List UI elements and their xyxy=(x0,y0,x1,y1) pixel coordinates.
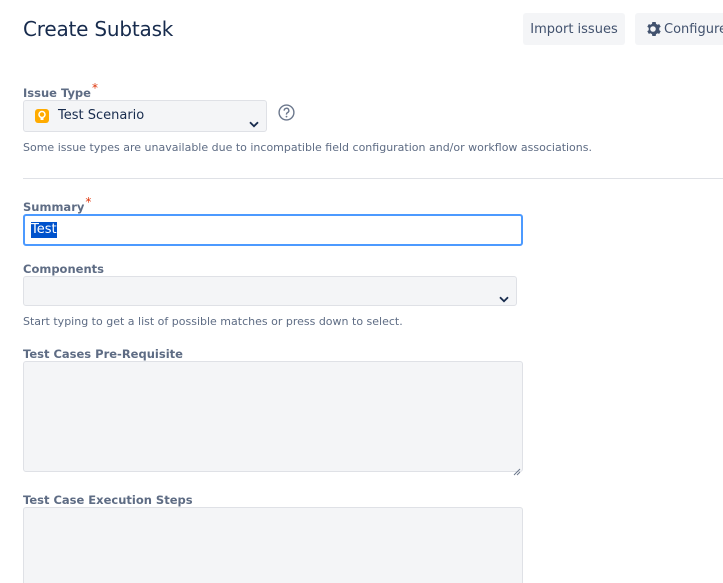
configure-button[interactable]: Configure xyxy=(635,13,723,45)
create-subtask-dialog: Create Subtask Import issues Configure I… xyxy=(0,0,723,583)
chevron-down-icon xyxy=(499,288,509,303)
summary-value: Test xyxy=(31,222,57,238)
summary-input[interactable]: Test xyxy=(23,214,523,246)
execution-steps-label: Test Case Execution Steps xyxy=(23,493,193,507)
prerequisite-textarea[interactable] xyxy=(23,361,523,476)
issue-type-hint: Some issue types are unavailable due to … xyxy=(23,141,592,154)
components-hint: Start typing to get a list of possible m… xyxy=(23,315,403,328)
issue-type-label: Issue Type* xyxy=(23,81,98,100)
lightbulb-icon xyxy=(35,109,49,123)
chevron-down-icon xyxy=(249,113,259,128)
import-issues-button[interactable]: Import issues xyxy=(523,13,625,45)
summary-label: Summary* xyxy=(23,195,91,214)
required-marker: * xyxy=(85,195,92,209)
help-icon[interactable] xyxy=(278,104,295,121)
page-title: Create Subtask xyxy=(23,17,174,41)
import-issues-label: Import issues xyxy=(530,21,618,37)
components-select[interactable] xyxy=(23,276,517,306)
components-label: Components xyxy=(23,262,104,276)
prerequisite-label: Test Cases Pre-Requisite xyxy=(23,347,183,361)
required-marker: * xyxy=(91,81,98,95)
issue-type-label-text: Issue Type xyxy=(23,86,91,100)
divider xyxy=(23,178,723,179)
issue-type-value: Test Scenario xyxy=(58,108,145,123)
configure-label: Configure xyxy=(664,21,723,37)
execution-steps-textarea[interactable] xyxy=(23,507,523,583)
gear-icon xyxy=(645,21,661,37)
resize-handle-icon[interactable] xyxy=(512,461,521,476)
issue-type-select[interactable]: Test Scenario xyxy=(23,100,267,132)
summary-label-text: Summary xyxy=(23,200,85,214)
